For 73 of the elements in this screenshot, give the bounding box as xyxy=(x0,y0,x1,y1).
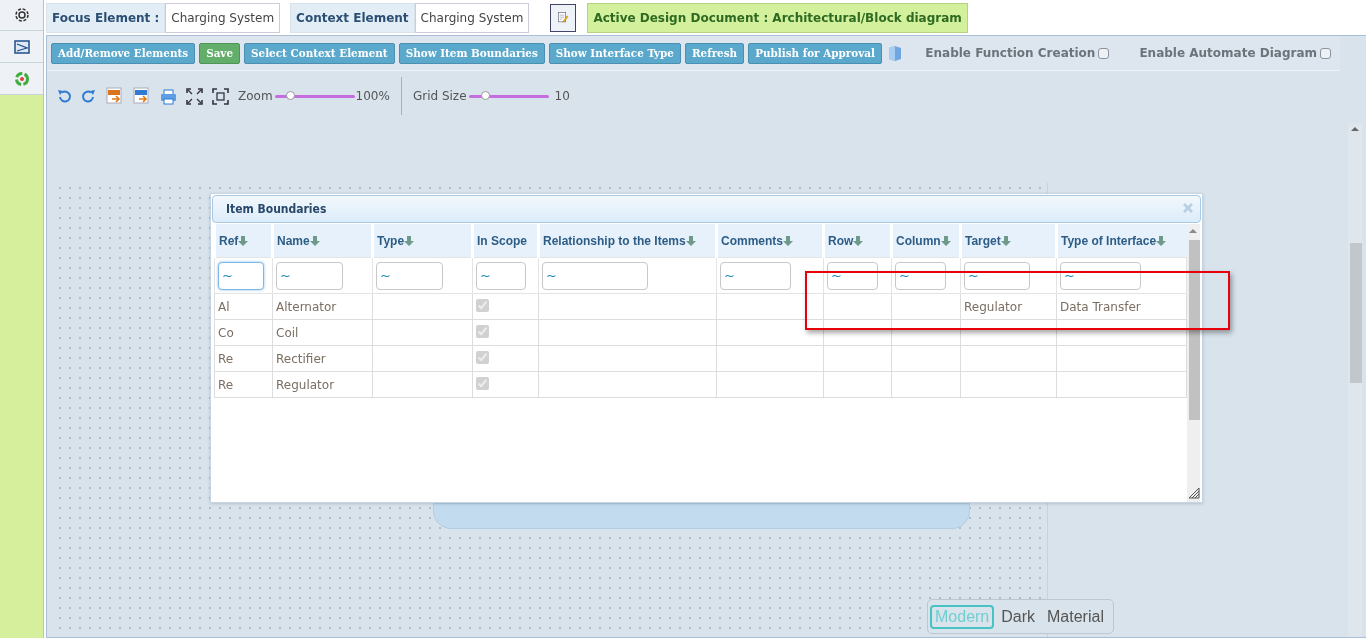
slider-value: 10 xyxy=(554,89,570,103)
scroll-up-icon[interactable] xyxy=(1187,226,1199,235)
toolbar-button[interactable]: Show Item Boundaries xyxy=(398,42,545,64)
sort-arrow-icon[interactable] xyxy=(685,235,696,246)
sort-arrow-icon[interactable] xyxy=(940,235,951,246)
sort-arrow-icon[interactable] xyxy=(1000,235,1011,246)
table-cell: Al xyxy=(218,299,230,314)
print-icon[interactable] xyxy=(160,87,177,105)
slider-track[interactable] xyxy=(274,94,355,98)
slider-label: Zoom xyxy=(238,89,273,103)
filter-field[interactable]: ~ xyxy=(542,261,648,290)
document-edit-button[interactable] xyxy=(550,3,577,32)
toolbar-button[interactable]: Select Context Element xyxy=(244,42,395,64)
column-header[interactable]: Name xyxy=(277,233,320,248)
table-cell: Co xyxy=(218,325,234,340)
filter-field[interactable]: ~ xyxy=(218,261,264,290)
toolbar-button[interactable]: Publish for Approval xyxy=(748,42,882,64)
filter-field[interactable]: ~ xyxy=(476,261,526,290)
toolbar-button[interactable]: Refresh xyxy=(684,42,745,64)
dialog-title: Item Boundaries xyxy=(226,202,327,216)
theme-option[interactable]: Material xyxy=(1042,604,1109,629)
scrollbar-thumb[interactable] xyxy=(1350,243,1362,383)
sort-arrow-icon[interactable] xyxy=(238,235,249,246)
table-cell: Re xyxy=(218,351,234,366)
focus-element-field[interactable]: Charging System xyxy=(165,2,281,33)
filter-field[interactable]: ~ xyxy=(276,261,343,290)
sort-arrow-icon[interactable] xyxy=(853,235,864,246)
sort-arrow-icon[interactable] xyxy=(783,235,793,246)
filter-field[interactable]: ~ xyxy=(376,261,443,290)
sort-arrow-icon[interactable] xyxy=(309,235,320,246)
monitor-icon[interactable] xyxy=(13,38,30,55)
document-pencil-icon xyxy=(557,9,570,26)
table-cell: Data Transfer xyxy=(1060,299,1141,314)
svg-export-icon[interactable] xyxy=(106,87,124,105)
slider-thumb[interactable] xyxy=(285,90,295,100)
scrollbar-thumb[interactable] xyxy=(1189,240,1200,420)
slider-label: Grid Size xyxy=(412,89,467,103)
filter-field[interactable]: ~ xyxy=(720,261,791,290)
field-label: Focus Element : xyxy=(46,2,166,33)
column-header[interactable]: Type xyxy=(377,233,415,248)
slider-track[interactable] xyxy=(468,94,549,98)
sort-arrow-icon[interactable] xyxy=(1156,235,1167,246)
slider-value: 100% xyxy=(355,89,390,103)
fit-to-screen-icon[interactable] xyxy=(212,87,229,105)
toolbar-button[interactable]: Show Interface Type xyxy=(548,42,681,64)
close-icon xyxy=(1182,202,1194,214)
active-document-label: Active Design Document : Architectural/Block diagram xyxy=(587,2,968,33)
cycle-icon[interactable] xyxy=(13,70,30,87)
filter-field[interactable]: ~ xyxy=(1060,261,1141,290)
table-cell: Alternator xyxy=(276,299,337,314)
table-cell: Re xyxy=(218,377,234,392)
png-export-icon[interactable] xyxy=(133,87,151,105)
fullscreen-icon[interactable] xyxy=(186,87,203,105)
table-cell: Regulator xyxy=(276,377,335,392)
option-checkbox[interactable]: Enable Automate Diagram xyxy=(1139,46,1331,60)
toolbar-button[interactable]: Save xyxy=(199,42,240,64)
field-label: Context Element xyxy=(290,2,415,33)
settings-icon[interactable] xyxy=(13,7,30,23)
filter-field[interactable]: ~ xyxy=(895,261,946,290)
redo-icon[interactable] xyxy=(81,88,97,104)
resize-grip-icon[interactable] xyxy=(1189,488,1200,499)
table-cell: Rectifier xyxy=(276,351,326,366)
undo-icon[interactable] xyxy=(56,88,72,104)
sort-arrow-icon[interactable] xyxy=(404,235,415,246)
theme-option[interactable]: Dark xyxy=(996,604,1041,629)
filter-field[interactable]: ~ xyxy=(827,261,878,290)
option-checkbox[interactable]: Enable Function Creation xyxy=(925,46,1110,60)
table-cell: Coil xyxy=(276,325,299,340)
table-cell: Regulator xyxy=(964,299,1023,314)
slider-thumb[interactable] xyxy=(481,90,491,100)
toolbar-button[interactable]: Add/Remove Elements xyxy=(51,42,196,64)
context-element-field[interactable]: Charging System xyxy=(414,2,530,33)
filter-field[interactable]: ~ xyxy=(964,261,1030,290)
